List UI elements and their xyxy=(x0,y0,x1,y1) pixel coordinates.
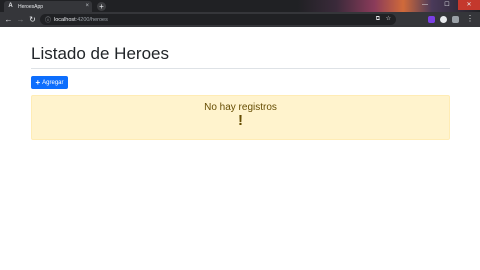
bookmark-star-icon[interactable]: ☆ xyxy=(386,14,391,25)
angular-favicon-icon: A xyxy=(8,3,13,9)
url-path: :4200/heroes xyxy=(75,16,108,23)
profile-avatar-icon[interactable] xyxy=(452,16,459,23)
window-maximize-button[interactable]: ☐ xyxy=(436,0,458,10)
page-content: Listado de Heroes + Agregar No hay regis… xyxy=(0,27,480,270)
window-close-button[interactable]: ✕ xyxy=(458,0,480,10)
browser-menu-icon[interactable]: ⋮ xyxy=(466,14,474,24)
divider xyxy=(31,68,450,69)
forward-arrow-icon[interactable]: → xyxy=(16,15,25,24)
page-title: Listado de Heroes xyxy=(31,44,169,63)
tab-close-icon[interactable]: × xyxy=(85,3,89,10)
extension-icon[interactable] xyxy=(440,16,447,23)
back-arrow-icon[interactable]: ← xyxy=(4,15,13,24)
no-records-alert: No hay registros ! xyxy=(31,95,450,140)
new-tab-button[interactable]: + xyxy=(97,2,106,11)
window-minimize-button[interactable]: — xyxy=(414,0,436,10)
tab-title: HeroesApp xyxy=(18,3,44,10)
add-hero-button[interactable]: + Agregar xyxy=(31,76,68,89)
plus-icon: + xyxy=(35,77,41,87)
address-bar[interactable]: ⓘ localhost:4200/heroes ⧉ ☆ xyxy=(40,14,396,25)
site-info-icon[interactable]: ⓘ xyxy=(45,15,51,24)
browser-tab[interactable]: A HeroesApp × xyxy=(4,1,92,12)
add-button-label: Agregar xyxy=(42,79,64,86)
translate-icon[interactable]: ⧉ xyxy=(376,14,380,25)
reload-icon[interactable]: ↻ xyxy=(28,15,37,24)
address-url[interactable]: localhost:4200/heroes xyxy=(54,17,108,23)
browser-toolbar: ← → ↻ ⓘ localhost:4200/heroes ⧉ ☆ ⋮ xyxy=(0,12,480,27)
exclamation-icon: ! xyxy=(238,112,243,129)
extension-icon[interactable] xyxy=(428,16,435,23)
url-host: localhost xyxy=(54,16,76,23)
tab-strip: A HeroesApp × + — ☐ ✕ xyxy=(0,0,480,12)
